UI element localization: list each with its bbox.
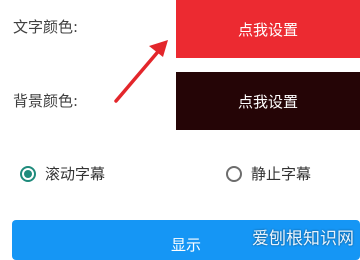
radio-static-subtitle[interactable]: 静止字幕 — [226, 163, 311, 184]
radio-scroll-label: 滚动字幕 — [45, 165, 106, 183]
text-color-button[interactable]: 点我设置 — [176, 0, 360, 58]
radio-scroll-subtitle[interactable]: 滚动字幕 — [20, 163, 105, 184]
radio-checked-icon — [20, 165, 36, 182]
bg-color-button[interactable]: 点我设置 — [176, 72, 360, 130]
text-color-label: 文字颜色: — [13, 18, 79, 36]
bg-color-label: 背景颜色: — [13, 92, 79, 110]
watermark: 爱刨根知识网 — [252, 229, 354, 249]
radio-unchecked-icon — [226, 165, 242, 182]
radio-static-label: 静止字幕 — [251, 165, 312, 183]
